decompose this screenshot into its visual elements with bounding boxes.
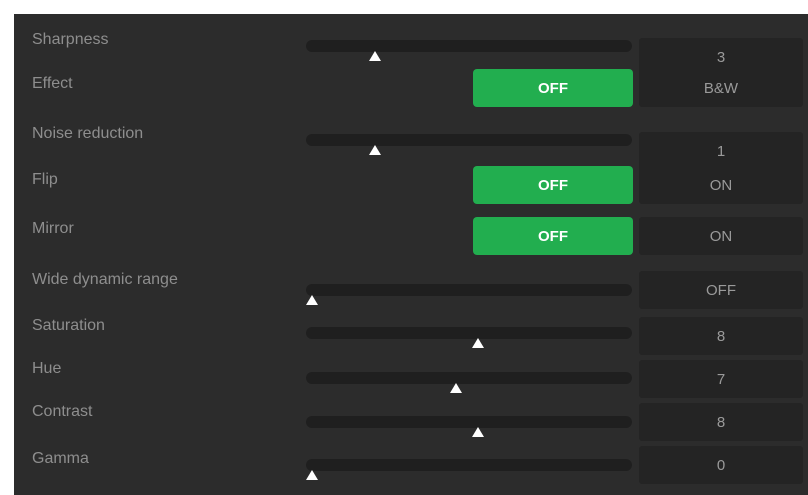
- contrast-label: Contrast: [32, 403, 93, 420]
- noise-reduction-slider-thumb-icon[interactable]: [368, 145, 381, 155]
- gamma-value[interactable]: 0: [639, 446, 803, 484]
- gamma-slider[interactable]: [306, 459, 632, 480]
- sharpness-label: Sharpness: [32, 31, 109, 48]
- wide-dynamic-range-value[interactable]: OFF: [639, 271, 803, 309]
- gamma-slider-thumb-icon[interactable]: [306, 470, 318, 480]
- effect-off-button[interactable]: OFF: [473, 69, 633, 107]
- camera-settings-panel: Sharpness 3 Effect OFF B&W Noise reducti…: [14, 14, 808, 495]
- flip-label: Flip: [32, 171, 58, 188]
- hue-slider[interactable]: [306, 372, 632, 393]
- effect-label: Effect: [32, 75, 73, 92]
- flip-off-button[interactable]: OFF: [473, 166, 633, 204]
- hue-value[interactable]: 7: [639, 360, 803, 398]
- contrast-slider-thumb-icon[interactable]: [472, 427, 485, 437]
- noise-reduction-value[interactable]: 1: [639, 132, 803, 170]
- saturation-value[interactable]: 8: [639, 317, 803, 355]
- wide-dynamic-range-slider[interactable]: [306, 284, 632, 305]
- mirror-on-button[interactable]: ON: [639, 217, 803, 255]
- hue-label: Hue: [32, 360, 62, 377]
- mirror-off-button[interactable]: OFF: [473, 217, 633, 255]
- noise-reduction-slider[interactable]: [306, 134, 632, 155]
- wide-dynamic-range-slider-thumb-icon[interactable]: [306, 295, 318, 305]
- hue-slider-thumb-icon[interactable]: [450, 383, 463, 393]
- noise-reduction-label: Noise reduction: [32, 125, 144, 142]
- saturation-slider-thumb-icon[interactable]: [472, 338, 485, 348]
- mirror-label: Mirror: [32, 220, 74, 237]
- effect-bw-button[interactable]: B&W: [639, 69, 803, 107]
- flip-on-button[interactable]: ON: [639, 166, 803, 204]
- gamma-label: Gamma: [32, 450, 89, 467]
- sharpness-slider[interactable]: [306, 40, 632, 61]
- saturation-slider[interactable]: [306, 327, 632, 348]
- contrast-slider[interactable]: [306, 416, 632, 437]
- contrast-value[interactable]: 8: [639, 403, 803, 441]
- saturation-label: Saturation: [32, 317, 105, 334]
- wide-dynamic-range-label: Wide dynamic range: [32, 271, 178, 288]
- sharpness-slider-thumb-icon[interactable]: [368, 51, 381, 61]
